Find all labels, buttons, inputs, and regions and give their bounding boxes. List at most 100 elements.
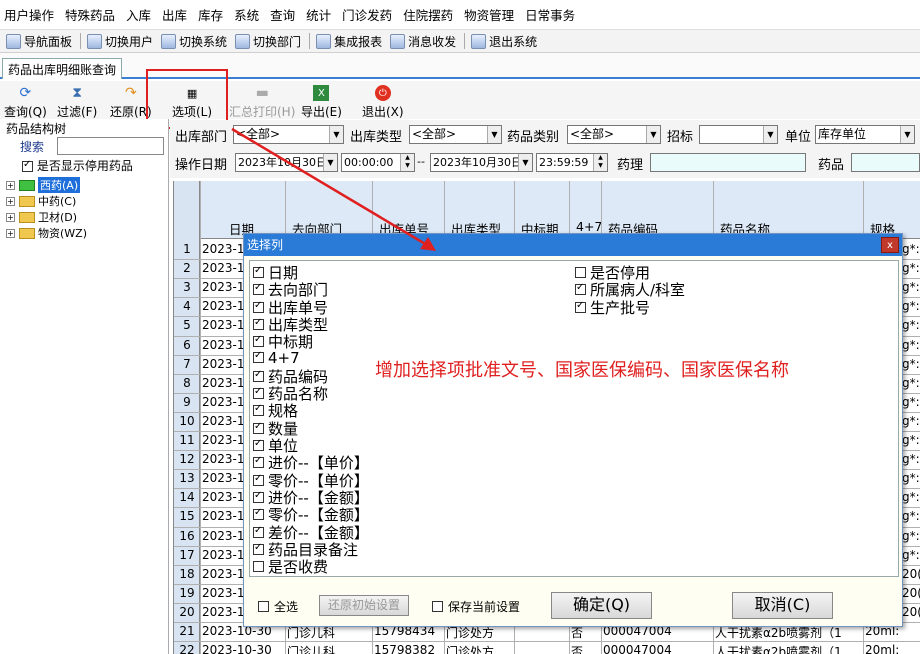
query-button[interactable]: ⟳ 查询(Q) [4,85,47,120]
checkbox-icon [253,369,264,382]
menu-item[interactable]: 门诊发药 [340,5,401,24]
nav-panel-button[interactable]: 导航面板 [6,33,72,50]
row-number: 16 [179,528,195,543]
drug-input[interactable] [851,153,920,172]
checkbox-icon [253,455,264,469]
table-cell-spec: 20( [902,585,920,600]
switch-user-button[interactable]: 切换用户 [80,33,153,50]
row-number: 17 [179,547,195,562]
checkbox-icon [253,421,264,434]
select-all-checkbox[interactable]: 全选 [258,598,298,615]
row-number: 19 [179,585,195,600]
row-number: 4 [183,299,191,314]
table-cell-spec: g*: [902,356,920,371]
menu-item[interactable]: 入库 [124,5,160,24]
tree-item-supplies[interactable]: + 卫材(D) [6,209,77,225]
table-cell-spec: g*: [902,452,920,467]
bid-select[interactable]: ▼ [699,125,778,144]
row-number: 12 [179,452,195,467]
menu-item[interactable]: 查询 [268,5,304,24]
row-number: 6 [183,337,191,352]
row-number: 3 [183,280,191,295]
export-button[interactable]: X 导出(E) [301,85,342,120]
filter-button[interactable]: ⧗ 过滤(F) [57,85,97,120]
row-number: 13 [179,471,195,486]
tree-search-input[interactable] [57,137,164,155]
switch-dept-button[interactable]: 切换部门 [235,33,301,50]
table-cell-spec: g*: [902,528,920,543]
menu-item[interactable]: 库存 [196,5,232,24]
tree-item-chinese[interactable]: + 中药(C) [6,193,76,209]
menu-item[interactable]: 物资管理 [462,5,523,24]
row-divider [174,641,920,643]
folder-open-icon [19,179,35,191]
row-number: 15 [179,509,195,524]
table-cell-spec: g*: [902,394,920,409]
unit-select[interactable]: 库存单位 ▼ [815,125,915,144]
close-icon[interactable]: x [881,237,899,253]
type-select[interactable]: <全部> ▼ [409,125,502,144]
exit-button[interactable]: ⏻ 退出(X) [362,85,404,120]
menu-item[interactable]: 特殊药品 [63,5,124,24]
tab-strip: 药品出库明细账查询 [0,53,920,79]
restore-defaults-button[interactable]: 还原初始设置 [319,595,409,616]
pharm-input[interactable] [650,153,806,172]
table-cell-spec: g*: [902,413,920,428]
report-icon [316,33,332,49]
show-disabled-checkbox[interactable]: 是否显示停用药品 [22,157,133,174]
checkbox-icon [253,561,264,573]
table-cell-spec: g*: [902,299,920,314]
start-time-spinner[interactable]: 00:00:00 ▲ ▼ [341,153,415,172]
category-select[interactable]: <全部> ▼ [567,125,661,144]
menu-bar: 用户操作 特殊药品 入库 出库 库存 系统 查询 统计 门诊发药 住院摆药 物资管理 日常事务 [0,0,920,30]
row-number: 20 [179,604,195,619]
menu-item[interactable]: 系统 [232,5,268,24]
info-icon [390,33,406,49]
tree-item-materials[interactable]: + 物资(WZ) [6,225,87,241]
select-columns-dialog: 选择列 x 增加选择项批准文号、国家医保编码、国家医保名称 日期去向部门出库单号… [243,233,903,627]
menu-item[interactable]: 出库 [160,5,196,24]
calendar-dropdown-icon: ▼ [323,154,337,171]
cancel-button[interactable]: 取消(C) [732,592,833,619]
table-cell-spec: g*: [902,509,920,524]
table-cell-spec: 20( [902,604,920,619]
menu-item[interactable]: 统计 [304,5,340,24]
search-label: 搜索 [20,140,45,154]
checkbox-icon [253,300,264,313]
row-number: 11 [179,433,195,447]
expand-icon: + [6,180,15,190]
table-cell: 门诊处方 [446,645,495,654]
checkbox-icon [253,350,264,363]
switch-system-button[interactable]: 切换系统 [161,33,227,50]
report-button[interactable]: 集成报表 [309,33,382,50]
row-number: 1 [183,242,191,256]
summary-print-button[interactable]: ▬ 汇总打印(H) [229,85,295,120]
column-header[interactable]: 4+7 [576,219,602,234]
main-toolbar: 导航面板 切换用户 切换系统 切换部门 集成报表 消息收发 退出系统 [0,30,920,53]
tree-item-western[interactable]: + 西药(A) [6,177,81,193]
chevron-down-icon: ▼ [900,126,914,143]
power-icon: ⏻ [374,85,391,101]
column-option-checkbox[interactable]: 4+7 [253,349,300,367]
message-button[interactable]: 消息收发 [390,33,456,50]
table-cell-spec: g*: [902,318,920,333]
exit-system-button[interactable]: 退出系统 [464,33,537,50]
column-option-checkbox[interactable]: 生产批号 [575,297,650,318]
dialog-title: 选择列 [244,234,902,256]
menu-item[interactable]: 用户操作 [2,5,63,24]
end-date-picker[interactable]: 2023年10月30日 ▼ [430,153,533,172]
table-cell-spec: g*: [902,280,920,295]
dept-select[interactable]: <全部> ▼ [233,125,344,144]
folder-icon [19,195,35,207]
checkbox-icon [253,403,264,417]
ok-button[interactable]: 确定(Q) [551,592,652,619]
tab-drug-outbound-query[interactable]: 药品出库明细账查询 [2,58,123,79]
table-cell-spec: g*: [902,471,920,486]
column-option-checkbox[interactable]: 是否收费 [253,556,328,577]
save-settings-checkbox[interactable]: 保存当前设置 [432,598,520,615]
end-time-spinner[interactable]: 23:59:59 ▲ ▼ [536,153,608,172]
start-date-picker[interactable]: 2023年10月30日 ▼ [235,153,338,172]
menu-item[interactable]: 日常事务 [523,5,584,24]
menu-item[interactable]: 住院摆药 [401,5,462,24]
row-number: 14 [179,490,195,505]
